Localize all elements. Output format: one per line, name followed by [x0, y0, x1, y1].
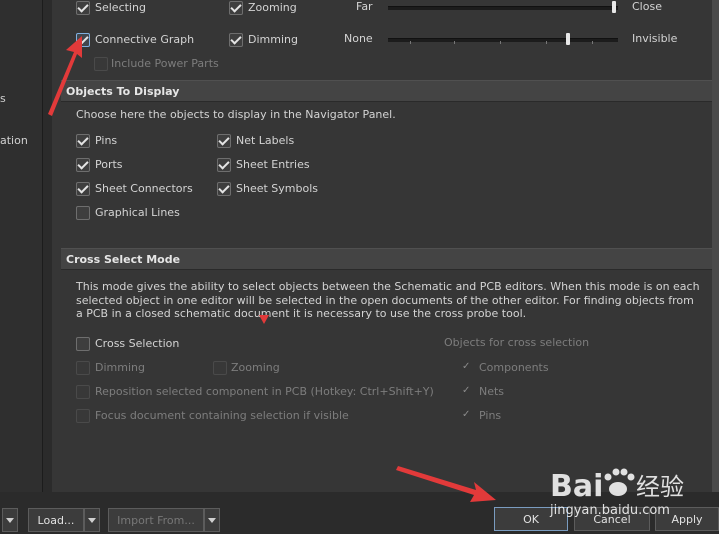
include-power-parts-checkbox[interactable] [94, 57, 108, 71]
sheet-connectors-label: Sheet Connectors [95, 182, 193, 195]
objects-to-display-description: Choose here the objects to display in th… [76, 108, 396, 121]
import-dropdown-arrow-icon[interactable] [204, 508, 220, 532]
left-nav-item-partial[interactable]: s [0, 92, 6, 105]
sheet-entries-label: Sheet Entries [236, 158, 310, 171]
scrollbar[interactable] [712, 0, 719, 492]
sheet-symbols-label: Sheet Symbols [236, 182, 319, 195]
pins-cross-check-icon[interactable]: ✓ [462, 409, 470, 420]
dim-slider[interactable] [388, 38, 618, 42]
reposition-checkbox[interactable] [76, 385, 90, 399]
import-from-button[interactable]: Import From... [108, 508, 204, 532]
dim-slider-min-label: None [344, 32, 373, 45]
net-labels-checkbox[interactable] [217, 134, 231, 148]
dim-slider-tick [546, 41, 547, 44]
cross-selection-checkbox[interactable] [76, 337, 90, 351]
load-button[interactable]: Load... [28, 508, 84, 532]
cross-zooming-checkbox[interactable] [213, 361, 227, 375]
dimming-checkbox[interactable] [229, 33, 243, 47]
objects-to-display-header: Objects To Display [61, 80, 712, 102]
zoom-slider[interactable] [388, 6, 618, 10]
components-label: Components [479, 361, 549, 374]
dim-slider-max-label: Invisible [632, 32, 678, 45]
selecting-label: Selecting [95, 1, 146, 14]
graphical-lines-label: Graphical Lines [95, 206, 180, 219]
sheet-connectors-checkbox[interactable] [76, 182, 90, 196]
watermark-brand-cn: 经验 [636, 473, 684, 501]
cross-zooming-label: Zooming [231, 361, 280, 374]
paw-icon [604, 468, 635, 496]
graphical-lines-checkbox[interactable] [76, 206, 90, 220]
baidu-jingyan-watermark-logo: Bai 经验 jingyan.baidu.com [549, 468, 684, 518]
sheet-symbols-checkbox[interactable] [217, 182, 231, 196]
ports-checkbox[interactable] [76, 158, 90, 172]
zoom-slider-min-label: Far [356, 0, 373, 13]
cross-selection-label: Cross Selection [95, 337, 180, 350]
zooming-checkbox[interactable] [229, 1, 243, 15]
cross-select-description-line-3: a PCB in a closed schematic document it … [76, 307, 527, 320]
cross-select-mode-header: Cross Select Mode [61, 248, 712, 270]
zoom-slider-thumb[interactable] [612, 1, 616, 13]
left-nav-item-partial-2[interactable]: ation [0, 134, 28, 147]
cross-select-description-line-1: This mode gives the ability to select ob… [76, 280, 700, 293]
watermark-url: jingyan.baidu.com [549, 503, 670, 518]
left-dropdown-arrow-icon[interactable] [2, 508, 18, 532]
nets-label: Nets [479, 385, 505, 398]
focus-document-checkbox[interactable] [76, 409, 90, 423]
nets-check-icon[interactable]: ✓ [462, 385, 470, 396]
cross-select-description-line-2: selected object in one editor will be se… [76, 294, 694, 307]
dim-slider-tick [410, 41, 411, 44]
zoom-slider-max-label: Close [632, 0, 662, 13]
connective-graph-checkbox[interactable] [76, 33, 90, 47]
pins-cross-label: Pins [479, 409, 502, 422]
dimming-label: Dimming [248, 33, 298, 46]
pins-label: Pins [95, 134, 118, 147]
cross-dimming-label: Dimming [95, 361, 145, 374]
components-check-icon[interactable]: ✓ [462, 361, 470, 372]
pins-checkbox[interactable] [76, 134, 90, 148]
sheet-entries-checkbox[interactable] [217, 158, 231, 172]
zooming-label: Zooming [248, 1, 297, 14]
reposition-label: Reposition selected component in PCB (Ho… [95, 385, 434, 398]
dim-slider-thumb[interactable] [566, 33, 570, 45]
dim-slider-tick [500, 41, 501, 44]
net-labels-label: Net Labels [236, 134, 295, 147]
left-nav-panel: s ation [0, 0, 43, 492]
dim-slider-tick [592, 41, 593, 44]
objects-for-cross-selection-header: Objects for cross selection [444, 336, 590, 349]
load-dropdown-arrow-icon[interactable] [84, 508, 100, 532]
include-power-parts-label: Include Power Parts [111, 57, 219, 70]
cross-dimming-checkbox[interactable] [76, 361, 90, 375]
focus-document-label: Focus document containing selection if v… [95, 409, 349, 422]
ports-label: Ports [95, 158, 123, 171]
connective-graph-label: Connective Graph [95, 33, 195, 46]
selecting-checkbox[interactable] [76, 1, 90, 15]
dim-slider-tick [454, 41, 455, 44]
watermark-brand: Bai [550, 469, 603, 504]
